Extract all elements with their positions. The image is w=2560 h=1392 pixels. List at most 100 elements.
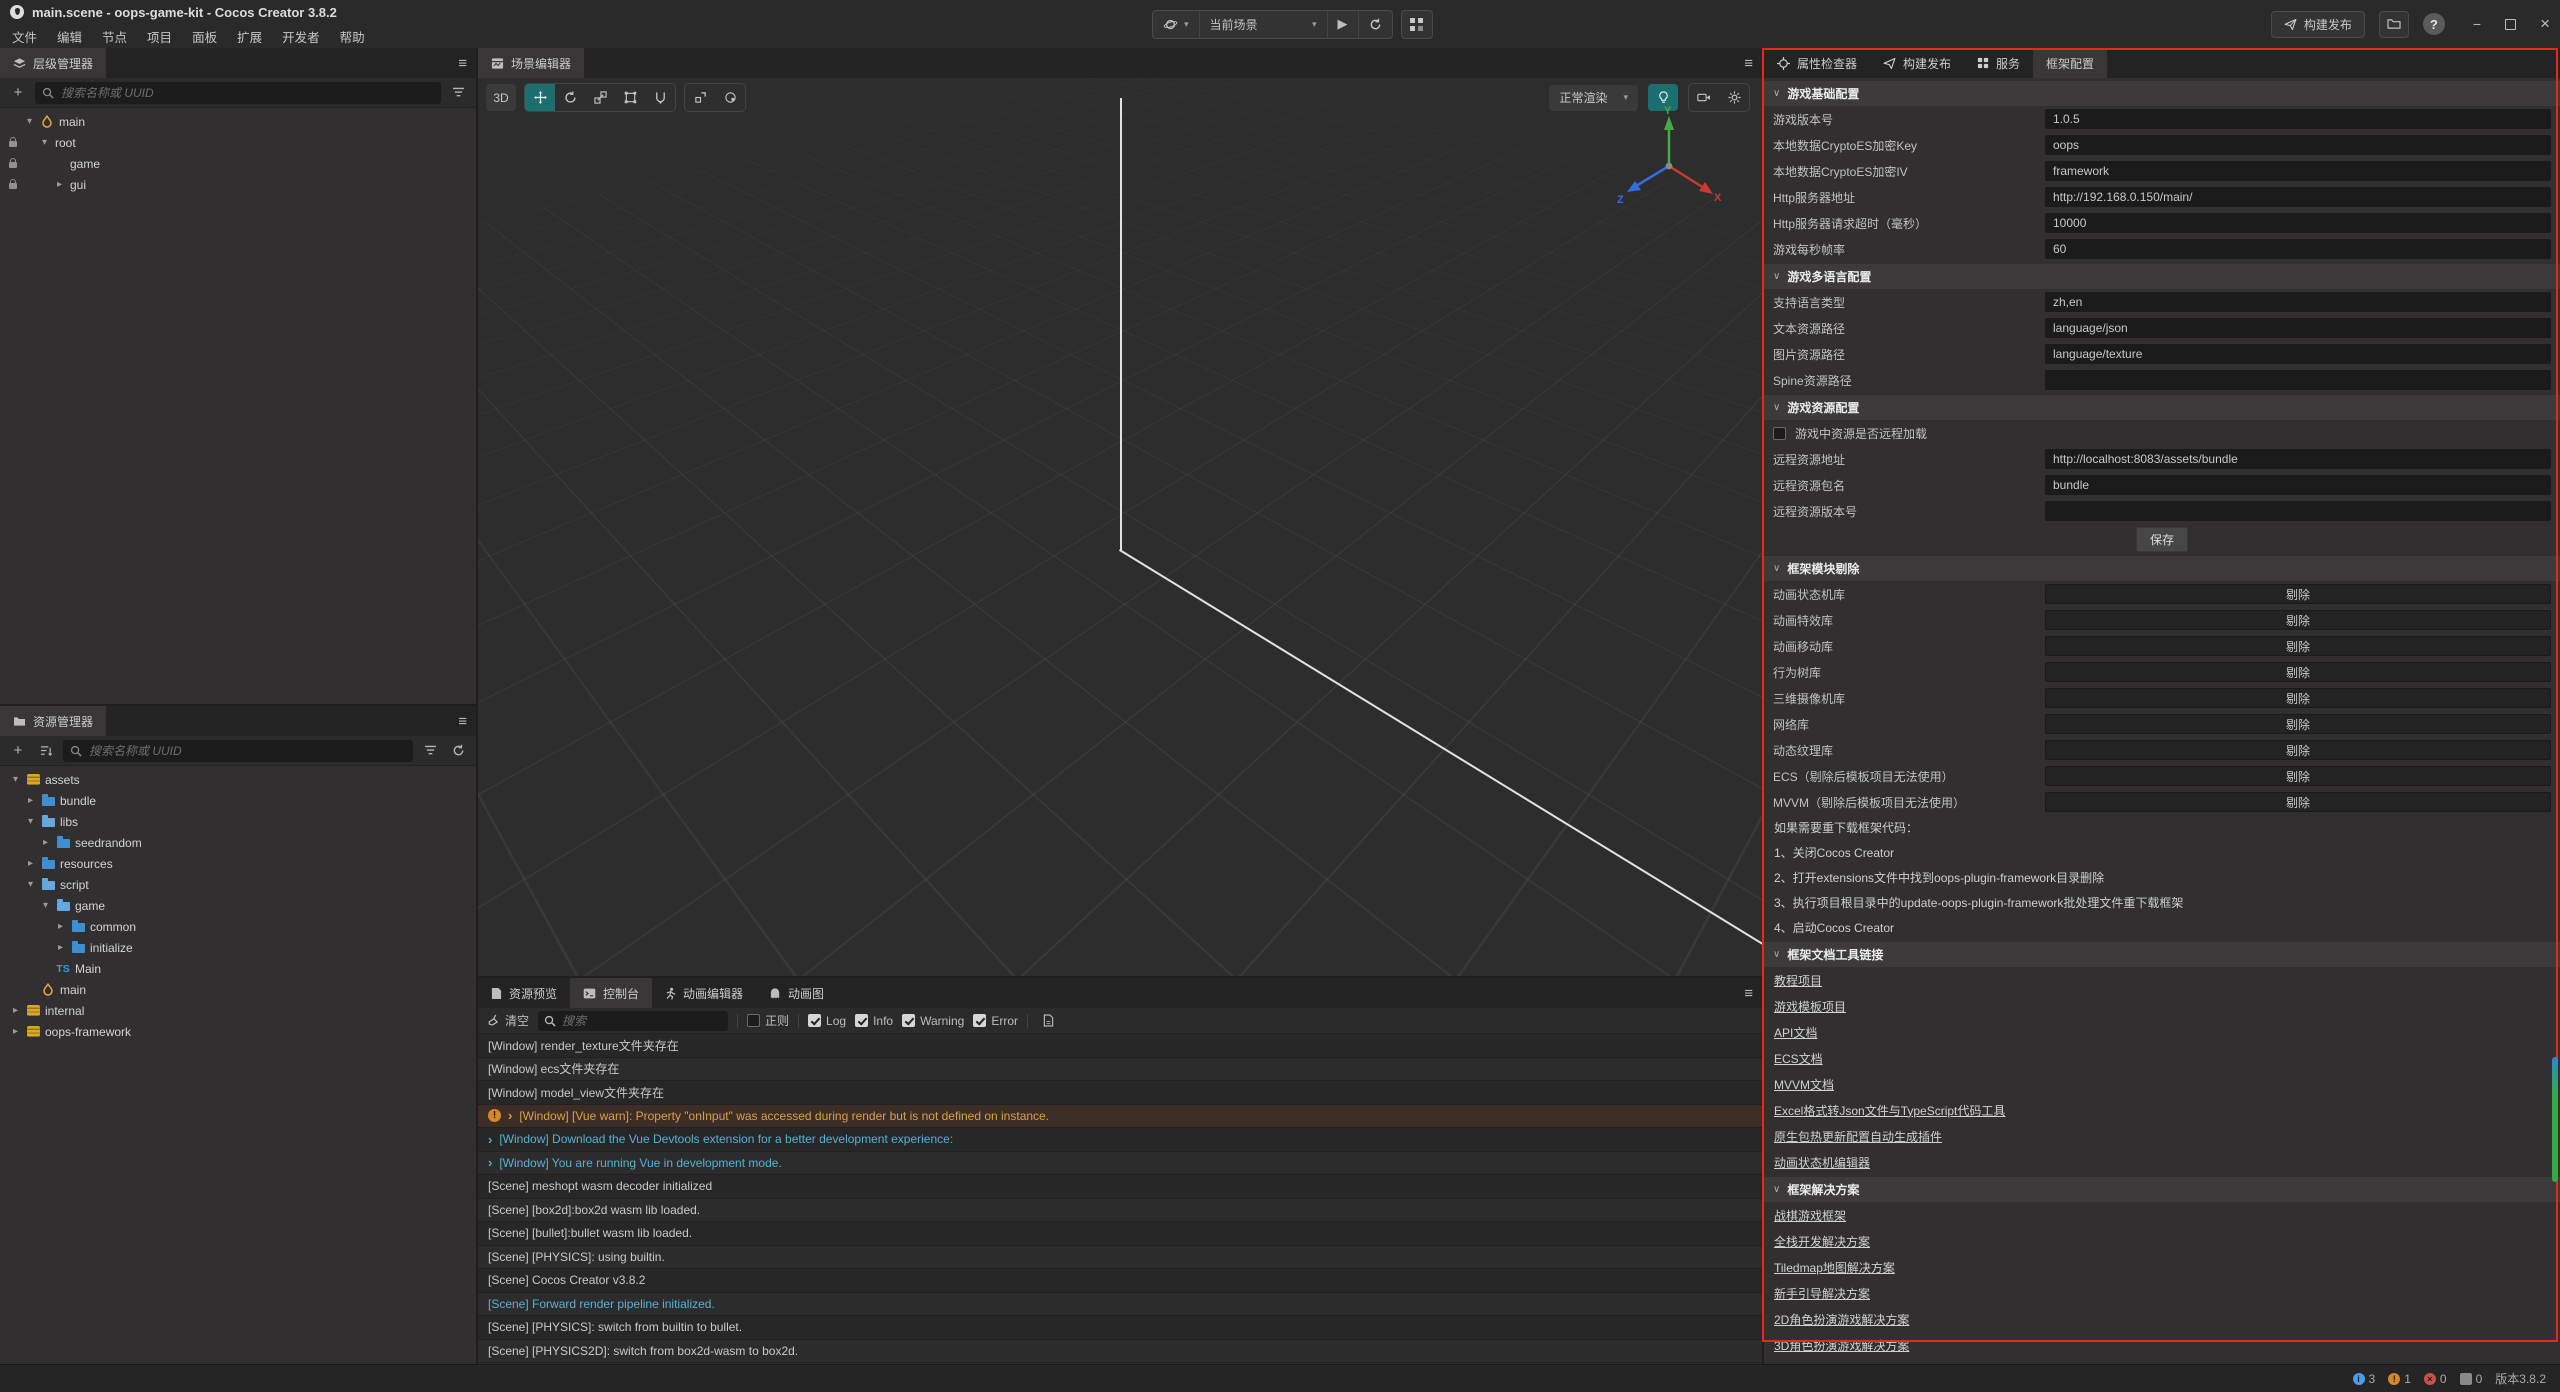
status-info-counter[interactable]: i 3	[2353, 1372, 2376, 1386]
tree-node[interactable]: ▾libs	[0, 811, 476, 832]
filter-assets-button[interactable]	[419, 740, 441, 762]
remove-module-button[interactable]: 剔除	[2045, 636, 2551, 656]
tree-node[interactable]: game	[0, 153, 476, 174]
expand-chevron-icon[interactable]: ›	[488, 1156, 492, 1169]
tree-node[interactable]: ▸internal	[0, 1000, 476, 1021]
save-button[interactable]: 保存	[2136, 527, 2188, 552]
rotate-tool-button[interactable]	[555, 84, 585, 111]
config-input[interactable]: 60	[2045, 239, 2551, 259]
menu-item-1[interactable]: 编辑	[47, 27, 92, 46]
tab-assets[interactable]: 资源管理器	[0, 706, 106, 736]
tree-node[interactable]: ▾game	[0, 895, 476, 916]
section-header-framework-solutions[interactable]: ∨框架解决方案	[1764, 1177, 2560, 1202]
doc-link[interactable]: 游戏模板项目	[1774, 998, 1846, 1015]
chevron-open-icon[interactable]: ▾	[10, 774, 21, 785]
section-header-game-basic-config[interactable]: ∨游戏基础配置	[1764, 81, 2560, 106]
tab-services[interactable]: 服务	[1964, 48, 2033, 78]
doc-link[interactable]: 2D角色扮演游戏解决方案	[1774, 1311, 1909, 1328]
doc-link[interactable]: 新手引导解决方案	[1774, 1285, 1870, 1302]
config-input[interactable]: language/json	[2045, 318, 2551, 338]
section-header-game-language-config[interactable]: ∨游戏多语言配置	[1764, 264, 2560, 289]
anchor-tool-button[interactable]	[645, 84, 675, 111]
doc-link[interactable]: Excel格式转Json文件与TypeScript代码工具	[1774, 1102, 2005, 1119]
panel-menu-icon[interactable]: ≡	[1744, 978, 1753, 1008]
chevron-closed-icon[interactable]: ▸	[55, 942, 66, 953]
tab-hierarchy[interactable]: 层级管理器	[0, 48, 106, 78]
export-log-button[interactable]	[1037, 1010, 1059, 1032]
create-node-button[interactable]: +	[7, 82, 29, 104]
tab-framework-config[interactable]: 框架配置	[2033, 48, 2107, 78]
regex-checkbox[interactable]: 正则	[747, 1012, 789, 1029]
chevron-closed-icon[interactable]: ▸	[55, 921, 66, 932]
doc-link[interactable]: 战棋游戏框架	[1774, 1207, 1846, 1224]
scale-tool-button[interactable]	[585, 84, 615, 111]
refresh-assets-button[interactable]	[447, 740, 469, 762]
panel-menu-icon[interactable]: ≡	[458, 48, 467, 78]
tree-node[interactable]: ▸bundle	[0, 790, 476, 811]
menu-item-2[interactable]: 节点	[92, 27, 137, 46]
filter-info-checkbox[interactable]: Info	[855, 1014, 893, 1028]
status-message-counter[interactable]: 0	[2460, 1372, 2483, 1386]
help-button[interactable]: ?	[2423, 13, 2445, 35]
tab-property-inspector[interactable]: 属性检查器	[1764, 48, 1870, 78]
doc-link[interactable]: 3D角色扮演游戏解决方案	[1774, 1337, 1909, 1354]
coordinate-space-button[interactable]	[715, 84, 745, 111]
remove-module-button[interactable]: 剔除	[2045, 714, 2551, 734]
chevron-open-icon[interactable]: ▾	[25, 879, 36, 890]
sort-assets-button[interactable]	[35, 740, 57, 762]
menu-item-4[interactable]: 面板	[182, 27, 227, 46]
chevron-closed-icon[interactable]: ▸	[10, 1026, 21, 1037]
section-header-framework-doc-links[interactable]: ∨框架文档工具链接	[1764, 942, 2560, 967]
tree-node[interactable]: ▾script	[0, 874, 476, 895]
console-search-input[interactable]: 搜索	[538, 1011, 728, 1031]
mode-3d-button[interactable]: 3D	[486, 84, 516, 111]
remove-module-button[interactable]: 剔除	[2045, 766, 2551, 786]
tree-node[interactable]: main	[0, 979, 476, 1000]
tree-node[interactable]: ▸initialize	[0, 937, 476, 958]
tree-node[interactable]: ▸oops-framework	[0, 1021, 476, 1042]
remove-module-button[interactable]: 剔除	[2045, 688, 2551, 708]
move-tool-button[interactable]	[525, 84, 555, 111]
maximize-button[interactable]	[2505, 19, 2516, 30]
remove-module-button[interactable]: 剔除	[2045, 792, 2551, 812]
chevron-closed-icon[interactable]: ▸	[54, 179, 65, 190]
config-input[interactable]: bundle	[2045, 475, 2551, 495]
filter-error-checkbox[interactable]: Error	[973, 1014, 1018, 1028]
preview-qr-button[interactable]	[1401, 10, 1433, 39]
filter-log-checkbox[interactable]: Log	[808, 1014, 846, 1028]
status-error-counter[interactable]: × 0	[2424, 1372, 2447, 1386]
inspector-scrollbar-thumb[interactable]	[2552, 1057, 2558, 1182]
tree-node[interactable]: ▾root	[0, 132, 476, 153]
status-warning-counter[interactable]: ! 1	[2388, 1372, 2411, 1386]
rect-tool-button[interactable]	[615, 84, 645, 111]
remove-module-button[interactable]: 剔除	[2045, 662, 2551, 682]
doc-link[interactable]: MVVM文档	[1774, 1076, 1834, 1093]
scene-viewport[interactable]: 3D	[478, 78, 1762, 976]
tree-node[interactable]: ▸common	[0, 916, 476, 937]
doc-link[interactable]: ECS文档	[1774, 1050, 1823, 1067]
tab-build-publish[interactable]: 构建发布	[1870, 48, 1964, 78]
create-asset-button[interactable]: +	[7, 740, 29, 762]
console-log-row[interactable]: ›[Window] Download the Vue Devtools exte…	[478, 1128, 1762, 1152]
tree-node[interactable]: ▾assets	[0, 769, 476, 790]
remove-module-button[interactable]: 剔除	[2045, 584, 2551, 604]
menu-item-5[interactable]: 扩展	[227, 27, 272, 46]
remote-load-checkbox[interactable]	[1773, 427, 1786, 440]
menu-item-7[interactable]: 帮助	[330, 27, 375, 46]
tree-node[interactable]: TSMain	[0, 958, 476, 979]
config-input[interactable]: http://localhost:8083/assets/bundle	[2045, 449, 2551, 469]
platform-select[interactable]: ▾	[1153, 11, 1200, 38]
expand-chevron-icon[interactable]: ›	[488, 1133, 492, 1146]
tree-node[interactable]: ▸resources	[0, 853, 476, 874]
chevron-closed-icon[interactable]: ▸	[10, 1005, 21, 1016]
assets-search-input[interactable]: 搜索名称或 UUID	[63, 740, 413, 762]
tab-animation-graph[interactable]: 动画图	[756, 978, 837, 1008]
tree-node[interactable]: ▸seedrandom	[0, 832, 476, 853]
tree-node[interactable]: ▸gui	[0, 174, 476, 195]
close-button[interactable]: ×	[2540, 14, 2550, 34]
clear-console-button[interactable]: 清空	[487, 1012, 529, 1029]
hierarchy-search-input[interactable]: 搜索名称或 UUID	[35, 82, 441, 104]
tab-animation-editor[interactable]: 动画编辑器	[652, 978, 756, 1008]
tab-scene-editor[interactable]: 场景编辑器	[478, 48, 584, 78]
build-publish-button[interactable]: 构建发布	[2271, 11, 2365, 38]
